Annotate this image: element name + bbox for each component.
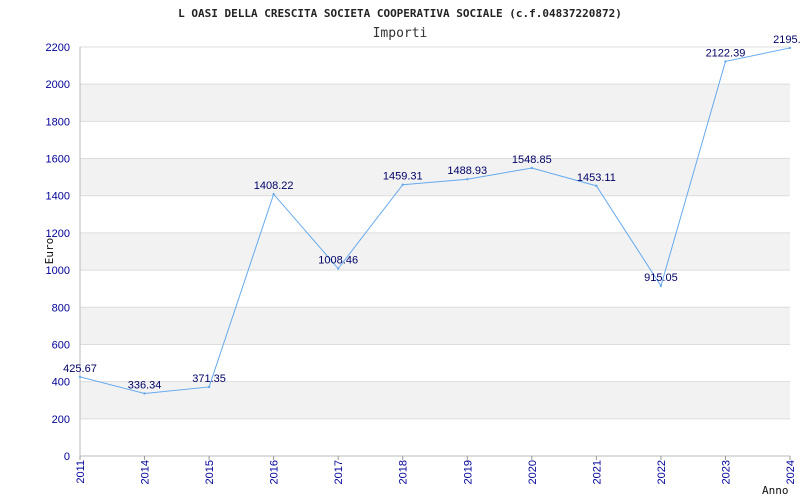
data-label: 915.05 bbox=[644, 272, 678, 284]
data-label: 371.35 bbox=[192, 373, 226, 385]
chart-title: L OASI DELLA CRESCITA SOCIETA COOPERATIV… bbox=[178, 7, 622, 20]
x-tick-label: 2024 bbox=[785, 460, 797, 484]
data-label: 1453.11 bbox=[577, 172, 616, 184]
y-tick-label: 1800 bbox=[46, 116, 70, 128]
y-tick-label: 200 bbox=[52, 414, 70, 426]
y-tick-label: 800 bbox=[52, 302, 70, 314]
y-tick-label: 2000 bbox=[46, 79, 70, 91]
grid-band bbox=[80, 158, 790, 196]
x-axis-ticks: 2011 2014 2015 2016 2017 2018 2019 2020 2021 2022… bbox=[75, 456, 797, 484]
y-tick-label: 1600 bbox=[46, 154, 70, 166]
data-label: 336.34 bbox=[128, 379, 162, 391]
x-tick-label: 2011 bbox=[75, 460, 87, 484]
line-chart: 0200400600800100012001400160018002000220… bbox=[43, 7, 800, 497]
x-tick-label: 2019 bbox=[462, 460, 474, 484]
y-tick-label: 2200 bbox=[46, 42, 70, 54]
y-tick-label: 1400 bbox=[46, 191, 70, 203]
data-point bbox=[78, 375, 82, 379]
y-tick-label: 400 bbox=[52, 377, 70, 389]
y-tick-label: 1000 bbox=[46, 265, 70, 277]
data-point bbox=[336, 267, 340, 270]
x-tick-label: 2020 bbox=[527, 460, 539, 484]
data-label: 1008.46 bbox=[318, 255, 358, 267]
x-tick-label: 2016 bbox=[269, 460, 281, 484]
grid-band bbox=[80, 307, 790, 345]
x-tick-label: 2021 bbox=[591, 460, 603, 484]
chart-subtitle: Importi bbox=[373, 26, 428, 41]
x-tick-label: 2015 bbox=[204, 460, 216, 484]
data-point bbox=[724, 60, 727, 63]
y-axis-label: Euro bbox=[43, 238, 56, 265]
x-tick-label: 2018 bbox=[398, 460, 410, 484]
x-axis-label: Anno bbox=[762, 484, 789, 497]
data-point bbox=[788, 46, 792, 50]
data-point bbox=[466, 177, 469, 181]
data-label: 2122.39 bbox=[706, 47, 746, 59]
x-tick-label: 2017 bbox=[333, 460, 345, 484]
data-point bbox=[207, 385, 211, 389]
data-label: 1459.31 bbox=[383, 171, 423, 183]
y-tick-label: 0 bbox=[64, 451, 70, 463]
data-label: 1548.85 bbox=[512, 154, 552, 166]
data-label: 425.67 bbox=[63, 363, 97, 375]
data-point bbox=[530, 166, 534, 170]
data-point bbox=[143, 392, 146, 395]
data-label: 1408.22 bbox=[254, 180, 294, 192]
y-tick-label: 600 bbox=[52, 339, 70, 351]
x-tick-label: 2022 bbox=[656, 460, 668, 484]
grid-band bbox=[80, 381, 790, 419]
x-tick-label: 2023 bbox=[720, 460, 732, 484]
grid-band bbox=[80, 84, 790, 122]
data-point bbox=[595, 184, 598, 188]
x-tick-label: 2014 bbox=[140, 460, 152, 484]
data-label: 1488.93 bbox=[447, 165, 487, 177]
data-point bbox=[272, 192, 275, 196]
data-label: 2195.0 bbox=[773, 34, 800, 46]
data-point bbox=[659, 284, 663, 288]
background-bands bbox=[80, 84, 790, 419]
data-point bbox=[401, 183, 404, 186]
grid-band bbox=[80, 232, 790, 271]
